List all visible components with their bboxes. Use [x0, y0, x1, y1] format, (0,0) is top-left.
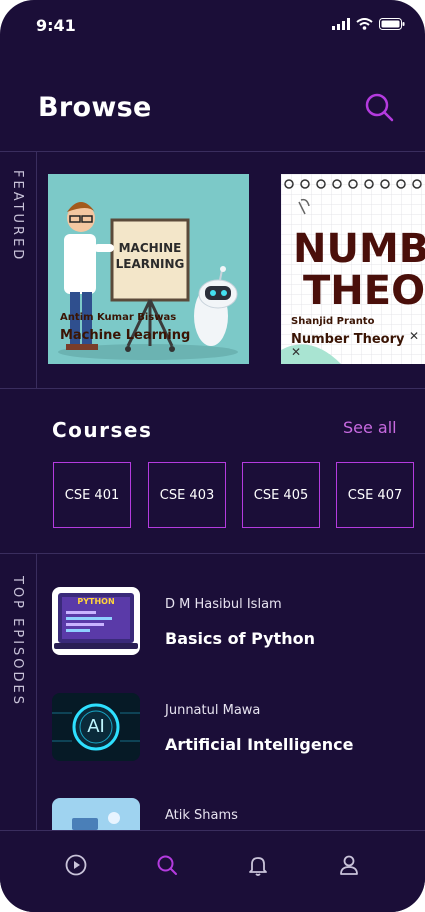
featured-author: Shanjid Pranto — [291, 316, 375, 327]
featured-label: FEATURED — [10, 170, 25, 263]
featured-author: Antim Kumar Biswas — [60, 312, 177, 323]
course-chip[interactable]: CSE 405 — [242, 462, 320, 528]
divider — [0, 151, 425, 152]
top-episodes-label: TOP EPISODES — [10, 576, 25, 707]
wifi-icon — [356, 18, 373, 30]
featured-card-machine-learning[interactable]: MACHINE LEARNING Antim Kumar Biswas Mach… — [48, 174, 249, 364]
episode-thumbnail: AI — [52, 693, 140, 761]
divider — [0, 553, 425, 554]
featured-title: Number Theory — [291, 332, 405, 347]
svg-text:✕: ✕ — [291, 345, 301, 359]
episode-item[interactable]: PYTHON D M Hasibul Islam Basics of Pytho… — [52, 587, 412, 657]
status-icons — [332, 18, 405, 30]
episode-title: Artificial Intelligence — [165, 735, 354, 754]
episode-author: Atik Shams — [165, 808, 238, 823]
courses-title: Courses — [52, 418, 153, 442]
status-time: 9:41 — [36, 16, 76, 35]
search-icon[interactable] — [362, 90, 396, 124]
thumbnail-text: PYTHON — [77, 597, 115, 606]
bottom-tab-bar — [0, 830, 425, 912]
svg-text:✕: ✕ — [409, 329, 419, 343]
board-text: MACHINE LEARNING — [115, 241, 185, 271]
number-theory-big-text-1: NUMBE — [293, 226, 425, 272]
search-icon[interactable] — [155, 853, 179, 877]
divider — [0, 388, 425, 389]
app-screen: 9:41 Browse FEATURED MACHINE LEARNING An… — [0, 0, 425, 912]
featured-title: Machine Learning — [60, 328, 191, 343]
page-title: Browse — [38, 92, 152, 123]
featured-vertical-divider — [36, 152, 37, 388]
course-chip[interactable]: CSE 401 — [53, 462, 131, 528]
episode-title: Basics of Python — [165, 629, 315, 648]
play-icon[interactable] — [64, 853, 88, 877]
signal-icon — [332, 18, 350, 30]
episode-thumbnail: PYTHON — [52, 587, 140, 655]
episode-item[interactable]: AI Junnatul Mawa Artificial Intelligence — [52, 693, 412, 763]
thumbnail-text: AI — [87, 716, 105, 737]
episode-author: Junnatul Mawa — [165, 703, 261, 718]
featured-card-number-theory[interactable]: ✕ ✕ NUMBE THEOR Shanjid Pranto Number Th… — [281, 174, 425, 364]
battery-icon — [379, 18, 405, 30]
episodes-vertical-divider — [36, 554, 37, 830]
status-bar: 9:41 — [0, 14, 425, 38]
episode-author: D M Hasibul Islam — [165, 597, 282, 612]
bell-icon[interactable] — [246, 853, 270, 877]
see-all-link[interactable]: See all — [343, 418, 397, 437]
course-chip[interactable]: CSE 403 — [148, 462, 226, 528]
number-theory-big-text-2: THEOR — [303, 268, 425, 314]
course-chip[interactable]: CSE 407 — [336, 462, 414, 528]
profile-icon[interactable] — [337, 853, 361, 877]
